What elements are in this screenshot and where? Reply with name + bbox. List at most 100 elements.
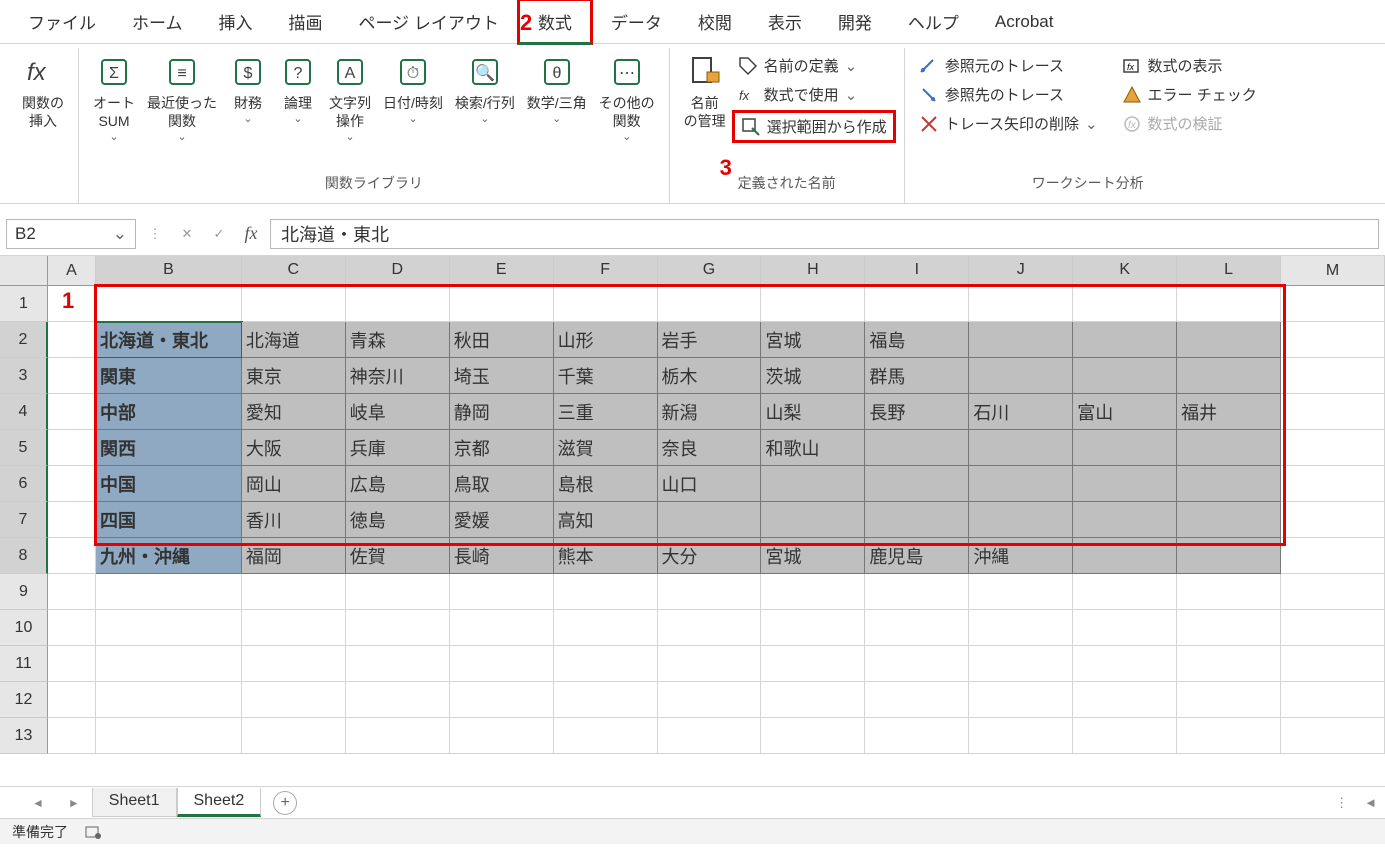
cell-K6[interactable] bbox=[1073, 466, 1177, 502]
cell-A3[interactable] bbox=[48, 358, 96, 394]
cell-K13[interactable] bbox=[1073, 718, 1177, 754]
cell-L12[interactable] bbox=[1177, 682, 1281, 718]
cell-E4[interactable]: 静岡 bbox=[450, 394, 554, 430]
cell-J6[interactable] bbox=[969, 466, 1073, 502]
row-header-3[interactable]: 3 bbox=[0, 358, 48, 394]
cell-A11[interactable] bbox=[48, 646, 96, 682]
col-header-C[interactable]: C bbox=[242, 256, 346, 286]
library-6[interactable]: 🔍検索/行列⌄ bbox=[449, 52, 521, 128]
row-header-1[interactable]: 1 bbox=[0, 286, 48, 322]
cell-A6[interactable] bbox=[48, 466, 96, 502]
cell-L3[interactable] bbox=[1177, 358, 1281, 394]
library-7[interactable]: θ数学/三角⌄ bbox=[521, 52, 593, 128]
cell-G11[interactable] bbox=[658, 646, 762, 682]
col-header-H[interactable]: H bbox=[761, 256, 865, 286]
cell-J9[interactable] bbox=[969, 574, 1073, 610]
cell-C10[interactable] bbox=[242, 610, 346, 646]
cell-C13[interactable] bbox=[242, 718, 346, 754]
cell-F5[interactable]: 滋賀 bbox=[554, 430, 658, 466]
cell-K2[interactable] bbox=[1073, 322, 1177, 358]
cell-A4[interactable] bbox=[48, 394, 96, 430]
row-header-11[interactable]: 11 bbox=[0, 646, 48, 682]
cell-F1[interactable] bbox=[554, 286, 658, 322]
cell-K12[interactable] bbox=[1073, 682, 1177, 718]
new-sheet-button[interactable]: + bbox=[273, 791, 297, 815]
cell-B3[interactable]: 関東 bbox=[96, 358, 242, 394]
cell-I13[interactable] bbox=[865, 718, 969, 754]
cell-G6[interactable]: 山口 bbox=[658, 466, 762, 502]
cell-D4[interactable]: 岐阜 bbox=[346, 394, 450, 430]
dots-icon[interactable]: ⋮ bbox=[142, 221, 168, 247]
cell-E13[interactable] bbox=[450, 718, 554, 754]
cell-F6[interactable]: 島根 bbox=[554, 466, 658, 502]
col-header-J[interactable]: J bbox=[969, 256, 1073, 286]
scroll-left-icon[interactable]: ◄ bbox=[1356, 795, 1385, 810]
cell-D5[interactable]: 兵庫 bbox=[346, 430, 450, 466]
cell-F4[interactable]: 三重 bbox=[554, 394, 658, 430]
cell-J1[interactable] bbox=[969, 286, 1073, 322]
menu-データ[interactable]: データ bbox=[593, 1, 680, 42]
cell-C12[interactable] bbox=[242, 682, 346, 718]
cell-M10[interactable] bbox=[1281, 610, 1385, 646]
menu-Acrobat[interactable]: Acrobat bbox=[977, 4, 1072, 40]
cell-D12[interactable] bbox=[346, 682, 450, 718]
row-header-5[interactable]: 5 bbox=[0, 430, 48, 466]
cell-F9[interactable] bbox=[554, 574, 658, 610]
cell-L2[interactable] bbox=[1177, 322, 1281, 358]
cell-E5[interactable]: 京都 bbox=[450, 430, 554, 466]
cell-L10[interactable] bbox=[1177, 610, 1281, 646]
cell-I7[interactable] bbox=[865, 502, 969, 538]
sheet-tab-Sheet2[interactable]: Sheet2 bbox=[177, 788, 262, 817]
cell-A7[interactable] bbox=[48, 502, 96, 538]
tab-nav-prev[interactable]: ◄ bbox=[20, 796, 56, 810]
cell-L7[interactable] bbox=[1177, 502, 1281, 538]
cell-J7[interactable] bbox=[969, 502, 1073, 538]
cell-B8[interactable]: 九州・沖縄 bbox=[96, 538, 242, 574]
create-from-selection-button[interactable]: 選択範囲から作成 bbox=[732, 110, 896, 143]
col-header-G[interactable]: G bbox=[658, 256, 762, 286]
cell-D6[interactable]: 広島 bbox=[346, 466, 450, 502]
trace-dependents-button[interactable]: 参照先のトレース bbox=[913, 81, 1104, 108]
menu-描画[interactable]: 描画 bbox=[271, 1, 341, 42]
cell-B1[interactable] bbox=[96, 286, 242, 322]
cell-J13[interactable] bbox=[969, 718, 1073, 754]
cell-A13[interactable] bbox=[48, 718, 96, 754]
library-1[interactable]: ≡最近使った 関数⌄ bbox=[141, 52, 223, 147]
cell-A10[interactable] bbox=[48, 610, 96, 646]
cell-H5[interactable]: 和歌山 bbox=[761, 430, 865, 466]
cell-E6[interactable]: 鳥取 bbox=[450, 466, 554, 502]
cells[interactable]: 1 北海道・東北北海道青森秋田山形岩手宮城福島関東東京神奈川埼玉千葉栃木茨城群馬… bbox=[48, 286, 1385, 754]
cell-K1[interactable] bbox=[1073, 286, 1177, 322]
define-name-button[interactable]: 名前の定義 ⌄ bbox=[732, 52, 896, 79]
cell-B12[interactable] bbox=[96, 682, 242, 718]
cell-M1[interactable] bbox=[1281, 286, 1385, 322]
cell-D7[interactable]: 徳島 bbox=[346, 502, 450, 538]
cell-E8[interactable]: 長崎 bbox=[450, 538, 554, 574]
cancel-icon[interactable]: ✕ bbox=[174, 221, 200, 247]
cell-F12[interactable] bbox=[554, 682, 658, 718]
col-header-B[interactable]: B bbox=[96, 256, 242, 286]
cell-H9[interactable] bbox=[761, 574, 865, 610]
row-header-9[interactable]: 9 bbox=[0, 574, 48, 610]
cell-H2[interactable]: 宮城 bbox=[761, 322, 865, 358]
cell-K5[interactable] bbox=[1073, 430, 1177, 466]
col-header-D[interactable]: D bbox=[346, 256, 450, 286]
trace-precedents-button[interactable]: 参照元のトレース bbox=[913, 52, 1104, 79]
cell-C4[interactable]: 愛知 bbox=[242, 394, 346, 430]
row-header-8[interactable]: 8 bbox=[0, 538, 48, 574]
cell-G1[interactable] bbox=[658, 286, 762, 322]
cell-H10[interactable] bbox=[761, 610, 865, 646]
cell-F10[interactable] bbox=[554, 610, 658, 646]
fx-icon[interactable]: fx bbox=[238, 221, 264, 247]
cell-H12[interactable] bbox=[761, 682, 865, 718]
cell-A2[interactable] bbox=[48, 322, 96, 358]
cell-L5[interactable] bbox=[1177, 430, 1281, 466]
cell-M6[interactable] bbox=[1281, 466, 1385, 502]
cell-L8[interactable] bbox=[1177, 538, 1281, 574]
cell-B11[interactable] bbox=[96, 646, 242, 682]
cell-A8[interactable] bbox=[48, 538, 96, 574]
cell-I6[interactable] bbox=[865, 466, 969, 502]
cell-M8[interactable] bbox=[1281, 538, 1385, 574]
cell-C1[interactable] bbox=[242, 286, 346, 322]
cell-A9[interactable] bbox=[48, 574, 96, 610]
